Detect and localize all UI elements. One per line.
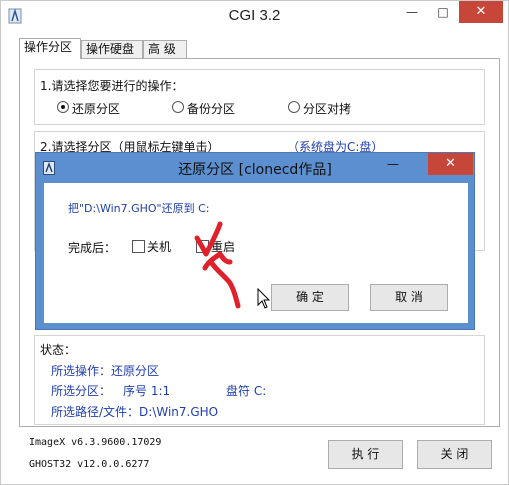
dialog-close-button[interactable]: ✕ <box>428 153 473 175</box>
restore-dialog: 还原分区 [clonecd作品] — ✕ 把"D:\Win7.GHO"还原到 C… <box>35 152 475 330</box>
status-path: 所选路径/文件：D:\Win7.GHO <box>51 405 219 419</box>
dialog-cancel-button[interactable]: 取 消 <box>370 284 448 311</box>
dialog-body: 把"D:\Win7.GHO"还原到 C: 完成后： 关机 重启 确 定 取 消 <box>44 183 468 323</box>
status-operation: 所选操作：还原分区 <box>51 364 160 378</box>
operation-heading: 1.请选择您要进行的操作： <box>40 79 184 93</box>
option-copy-label[interactable]: 分区对拷 <box>303 100 351 117</box>
close-window-button[interactable]: ✕ <box>459 1 503 23</box>
title-bar[interactable]: CGI 3.2 — □ ✕ <box>1 1 508 31</box>
completion-label: 完成后： <box>68 241 117 255</box>
status-drive-letter: 盘符 C: <box>226 384 267 398</box>
radio-copy-partition[interactable] <box>288 101 300 113</box>
option-restore-label[interactable]: 还原分区 <box>72 100 120 117</box>
radio-backup-partition[interactable] <box>172 101 184 113</box>
dialog-confirm-button[interactable]: 确 定 <box>271 284 349 311</box>
tab-partition-operations[interactable]: 操作分区 <box>19 38 81 59</box>
maximize-button[interactable]: □ <box>429 1 457 23</box>
imagex-version: ImageX v6.3.9600.17029 <box>29 437 162 448</box>
shutdown-checkbox[interactable] <box>132 240 145 253</box>
status-partition-label: 所选分区： <box>51 384 112 398</box>
dialog-message: 把"D:\Win7.GHO"还原到 C: <box>68 202 210 215</box>
restart-checkbox[interactable] <box>196 240 209 253</box>
mouse-cursor-icon <box>257 288 271 309</box>
option-backup-label[interactable]: 备份分区 <box>187 100 235 117</box>
shutdown-label[interactable]: 关机 <box>147 238 171 255</box>
tab-advanced[interactable]: 高 级 <box>143 40 187 59</box>
dialog-title: 还原分区 [clonecd作品] <box>178 162 332 178</box>
minimize-button[interactable]: — <box>398 1 426 23</box>
execute-button[interactable]: 执 行 <box>328 440 403 469</box>
radio-restore-partition[interactable] <box>57 101 69 113</box>
status-heading: 状态： <box>40 343 77 357</box>
ghost-version: GHOST32 v12.0.0.6277 <box>29 459 150 470</box>
status-partition-number: 序号 1:1 <box>123 384 171 398</box>
operation-group: 1.请选择您要进行的操作： 还原分区 备份分区 分区对拷 <box>34 69 485 125</box>
restart-label[interactable]: 重启 <box>211 238 235 255</box>
close-button[interactable]: 关 闭 <box>417 440 492 469</box>
status-group: 状态： 所选操作：还原分区 所选分区： 序号 1:1 盘符 C: 所选路径/文件… <box>34 335 485 425</box>
dialog-minimize-button[interactable]: — <box>380 155 406 175</box>
tab-disk-operations[interactable]: 操作硬盘 <box>81 40 143 59</box>
